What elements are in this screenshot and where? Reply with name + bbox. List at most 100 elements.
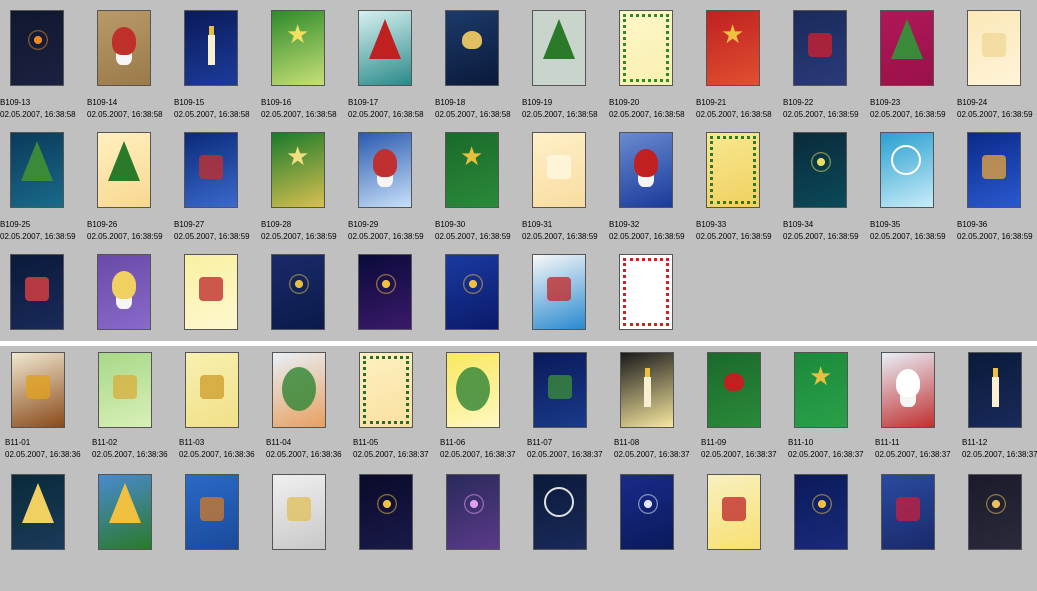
thumbnail-image[interactable] xyxy=(446,352,500,428)
thumbnail-image[interactable] xyxy=(533,352,587,428)
thumbnail-image[interactable] xyxy=(533,474,587,550)
thumbnail-image[interactable] xyxy=(185,352,239,428)
thumbnail-item[interactable]: B109-20 02.05.2007, 16:38:58 xyxy=(609,10,706,127)
thumbnail-item[interactable]: B11-12 02.05.2007, 16:38:37 xyxy=(962,352,1037,469)
thumbnail-image[interactable]: ★ xyxy=(706,10,760,86)
thumbnail-image[interactable] xyxy=(446,474,500,550)
thumbnail-item[interactable]: B109-23 02.05.2007, 16:38:59 xyxy=(870,10,967,127)
thumbnail-image[interactable] xyxy=(620,352,674,428)
thumbnail-item[interactable]: B109-22 02.05.2007, 16:38:59 xyxy=(783,10,880,127)
thumbnail-image[interactable] xyxy=(706,132,760,208)
thumbnail-image[interactable] xyxy=(184,254,238,330)
thumbnail-item[interactable]: B109-15 02.05.2007, 16:38:58 xyxy=(174,10,271,127)
thumbnail-image[interactable] xyxy=(358,132,412,208)
thumbnail-image[interactable] xyxy=(967,10,1021,86)
thumbnail-item[interactable] xyxy=(272,474,359,591)
thumbnail-image[interactable] xyxy=(184,10,238,86)
thumbnail-item[interactable] xyxy=(98,474,185,591)
thumbnail-image[interactable] xyxy=(793,10,847,86)
thumbnail-item[interactable] xyxy=(185,474,272,591)
thumbnail-item[interactable] xyxy=(881,474,968,591)
thumbnail-item[interactable] xyxy=(620,474,707,591)
thumbnail-item[interactable]: B109-13 02.05.2007, 16:38:58 xyxy=(0,10,97,127)
thumbnail-item[interactable]: B11-03 02.05.2007, 16:38:36 xyxy=(179,352,272,469)
thumbnail-image[interactable] xyxy=(968,474,1022,550)
thumbnail-item[interactable]: B109-19 02.05.2007, 16:38:58 xyxy=(522,10,619,127)
thumbnail-image[interactable]: ★ xyxy=(271,10,325,86)
thumbnail-item[interactable]: ★ B109-30 02.05.2007, 16:38:59 xyxy=(435,132,532,249)
thumbnail-image[interactable] xyxy=(967,132,1021,208)
thumbnail-item[interactable]: B11-02 02.05.2007, 16:38:36 xyxy=(92,352,185,469)
thumbnail-image[interactable] xyxy=(98,474,152,550)
thumbnail-item[interactable]: B109-14 02.05.2007, 16:38:58 xyxy=(87,10,184,127)
thumbnail-image[interactable]: ★ xyxy=(445,132,499,208)
thumbnail-image[interactable] xyxy=(10,10,64,86)
thumbnail-image[interactable] xyxy=(707,474,761,550)
thumbnail-item[interactable]: B109-35 02.05.2007, 16:38:59 xyxy=(870,132,967,249)
thumbnail-item[interactable]: ★ B109-21 02.05.2007, 16:38:58 xyxy=(696,10,793,127)
thumbnail-item[interactable] xyxy=(446,474,533,591)
thumbnail-image[interactable] xyxy=(794,474,848,550)
thumbnail-item[interactable] xyxy=(707,474,794,591)
thumbnail-item[interactable]: B109-31 02.05.2007, 16:38:59 xyxy=(522,132,619,249)
thumbnail-item[interactable]: B109-33 02.05.2007, 16:38:59 xyxy=(696,132,793,249)
thumbnail-image[interactable] xyxy=(619,254,673,330)
thumbnail-image[interactable] xyxy=(272,352,326,428)
thumbnail-image[interactable] xyxy=(358,254,412,330)
thumbnail-item[interactable] xyxy=(11,474,98,591)
thumbnail-item[interactable]: ★ B109-28 02.05.2007, 16:38:59 xyxy=(261,132,358,249)
thumbnail-item[interactable]: B109-24 02.05.2007, 16:38:59 xyxy=(957,10,1037,127)
thumbnail-image[interactable] xyxy=(359,352,413,428)
thumbnail-item[interactable]: B11-01 02.05.2007, 16:38:36 xyxy=(5,352,98,469)
thumbnail-image[interactable] xyxy=(10,132,64,208)
thumbnail-item[interactable] xyxy=(968,474,1037,591)
thumbnail-image[interactable] xyxy=(271,254,325,330)
thumbnail-image[interactable] xyxy=(445,10,499,86)
thumbnail-image[interactable]: ★ xyxy=(271,132,325,208)
thumbnail-image[interactable] xyxy=(707,352,761,428)
thumbnail-item[interactable]: B109-17 02.05.2007, 16:38:58 xyxy=(348,10,445,127)
thumbnail-item[interactable]: B109-27 02.05.2007, 16:38:59 xyxy=(174,132,271,249)
thumbnail-image[interactable] xyxy=(11,352,65,428)
thumbnail-item[interactable]: B109-26 02.05.2007, 16:38:59 xyxy=(87,132,184,249)
thumbnail-image[interactable] xyxy=(880,10,934,86)
thumbnail-image[interactable] xyxy=(184,132,238,208)
thumbnail-image[interactable]: ★ xyxy=(794,352,848,428)
thumbnail-item[interactable] xyxy=(794,474,881,591)
thumbnail-item[interactable]: B109-18 02.05.2007, 16:38:58 xyxy=(435,10,532,127)
thumbnail-item[interactable]: B11-05 02.05.2007, 16:38:37 xyxy=(353,352,446,469)
thumbnail-item[interactable]: ★ B109-16 02.05.2007, 16:38:58 xyxy=(261,10,358,127)
thumbnail-image[interactable] xyxy=(620,474,674,550)
thumbnail-image[interactable] xyxy=(619,10,673,86)
thumbnail-item[interactable]: B11-11 02.05.2007, 16:38:37 xyxy=(875,352,968,469)
thumbnail-image[interactable] xyxy=(881,352,935,428)
thumbnail-image[interactable] xyxy=(272,474,326,550)
thumbnail-image[interactable] xyxy=(97,254,151,330)
thumbnail-image[interactable] xyxy=(532,10,586,86)
thumbnail-image[interactable] xyxy=(532,132,586,208)
thumbnail-item[interactable]: B109-32 02.05.2007, 16:38:59 xyxy=(609,132,706,249)
thumbnail-image[interactable] xyxy=(97,132,151,208)
thumbnail-item[interactable]: B109-34 02.05.2007, 16:38:59 xyxy=(783,132,880,249)
thumbnail-item[interactable]: ★ B11-10 02.05.2007, 16:38:37 xyxy=(788,352,881,469)
thumbnail-item[interactable] xyxy=(359,474,446,591)
thumbnail-item[interactable]: B11-07 02.05.2007, 16:38:37 xyxy=(527,352,620,469)
thumbnail-image[interactable] xyxy=(880,132,934,208)
thumbnail-image[interactable] xyxy=(358,10,412,86)
thumbnail-item[interactable] xyxy=(533,474,620,591)
thumbnail-image[interactable] xyxy=(185,474,239,550)
thumbnail-image[interactable] xyxy=(619,132,673,208)
thumbnail-item[interactable]: B11-09 02.05.2007, 16:38:37 xyxy=(701,352,794,469)
thumbnail-image[interactable] xyxy=(10,254,64,330)
thumbnail-image[interactable] xyxy=(11,474,65,550)
thumbnail-image[interactable] xyxy=(881,474,935,550)
thumbnail-image[interactable] xyxy=(97,10,151,86)
thumbnail-item[interactable]: B109-36 02.05.2007, 16:38:59 xyxy=(957,132,1037,249)
thumbnail-item[interactable]: B11-04 02.05.2007, 16:38:36 xyxy=(266,352,359,469)
thumbnail-item[interactable]: B11-08 02.05.2007, 16:38:37 xyxy=(614,352,707,469)
thumbnail-image[interactable] xyxy=(968,352,1022,428)
thumbnail-image[interactable] xyxy=(445,254,499,330)
thumbnail-item[interactable]: B109-25 02.05.2007, 16:38:59 xyxy=(0,132,97,249)
thumbnail-item[interactable]: B11-06 02.05.2007, 16:38:37 xyxy=(440,352,533,469)
thumbnail-image[interactable] xyxy=(532,254,586,330)
